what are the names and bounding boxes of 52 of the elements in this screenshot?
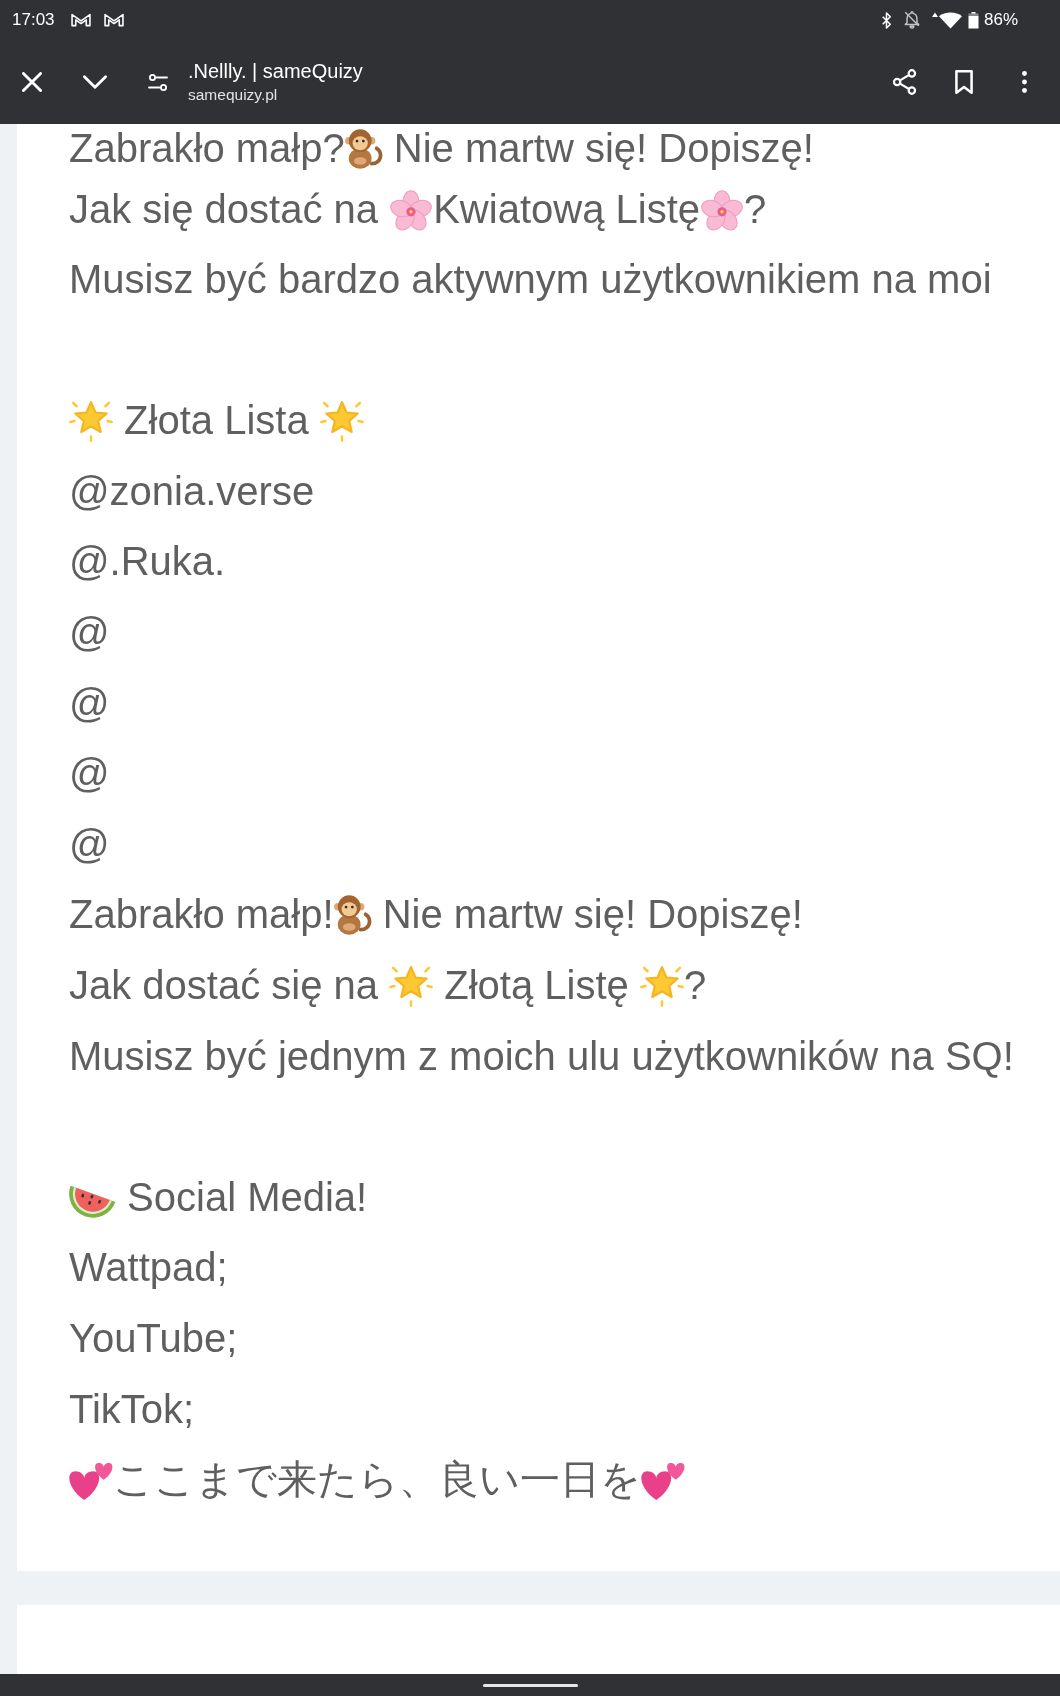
sliders-icon: [148, 73, 168, 91]
star-icon: [639, 963, 684, 1008]
body-text: ?: [683, 963, 707, 1008]
body-text: TikTok;: [69, 1386, 195, 1431]
clock-text: 17:03: [12, 10, 55, 30]
body-text: Musisz być bardzo aktywnym użytkownikiem na moi: [69, 257, 992, 302]
body-text: @: [69, 751, 110, 796]
star-icon: [319, 398, 364, 443]
star-icon: [389, 963, 434, 1008]
body-text: YouTube;: [69, 1316, 238, 1360]
body-text: Jak się dostać na: [69, 186, 380, 231]
bookmark-icon: [954, 70, 974, 94]
heading-text: Złota Lista: [123, 398, 310, 443]
hearts-icon: [641, 1462, 685, 1502]
body-text: Zabrakło małp?: [69, 126, 345, 170]
blossom-icon: [389, 189, 434, 231]
page-title: .Nellly. | sameQuizy: [188, 59, 363, 83]
monkey-icon: [333, 894, 372, 937]
body-text: @: [69, 680, 110, 725]
wifi-icon: [931, 11, 962, 29]
close-icon: [22, 72, 42, 92]
bell-off-icon: [903, 11, 920, 29]
mail-icon: [103, 13, 124, 27]
star-icon: [69, 398, 113, 443]
monkey-icon: [344, 128, 383, 170]
home-handle[interactable]: [482, 1684, 578, 1687]
body-text: Jak dostać się na: [69, 963, 380, 1008]
heading-text: Social Media!: [126, 1174, 368, 1219]
body-text: @.Ruka.: [69, 539, 226, 584]
body-text: Musisz być jednym z moich ulu użytkowników na SQ!: [69, 1033, 1014, 1078]
mail-icon: [70, 13, 91, 27]
body-text: @: [69, 610, 110, 655]
body-text: ここまで来たら、良い一日を: [113, 1457, 641, 1502]
body-text: Zabrakło małp!: [69, 892, 334, 937]
body-text: Kwiatową Listę: [433, 186, 700, 231]
body-text: Nie martw się! Dopiszę!: [392, 126, 814, 170]
bluetooth-icon: [880, 11, 892, 29]
watermelon-icon: [69, 1183, 116, 1219]
body-text: ?: [744, 186, 767, 231]
body-text: @: [69, 821, 110, 866]
share-icon: [891, 69, 917, 95]
battery-text: 86%: [983, 10, 1018, 30]
body-text: Złotą Listę: [443, 963, 630, 1008]
page-url: samequizy.pl: [188, 85, 279, 105]
body-text: @zonia.verse: [69, 468, 315, 513]
blossom-icon: [700, 189, 744, 231]
battery-icon: [967, 11, 979, 29]
body-text: Wattpad;: [69, 1245, 228, 1290]
hearts-icon: [69, 1462, 113, 1502]
body-text: Nie martw się! Dopiszę!: [381, 892, 803, 937]
chevron-down-icon: [83, 75, 107, 89]
more-icon: [1020, 71, 1028, 93]
